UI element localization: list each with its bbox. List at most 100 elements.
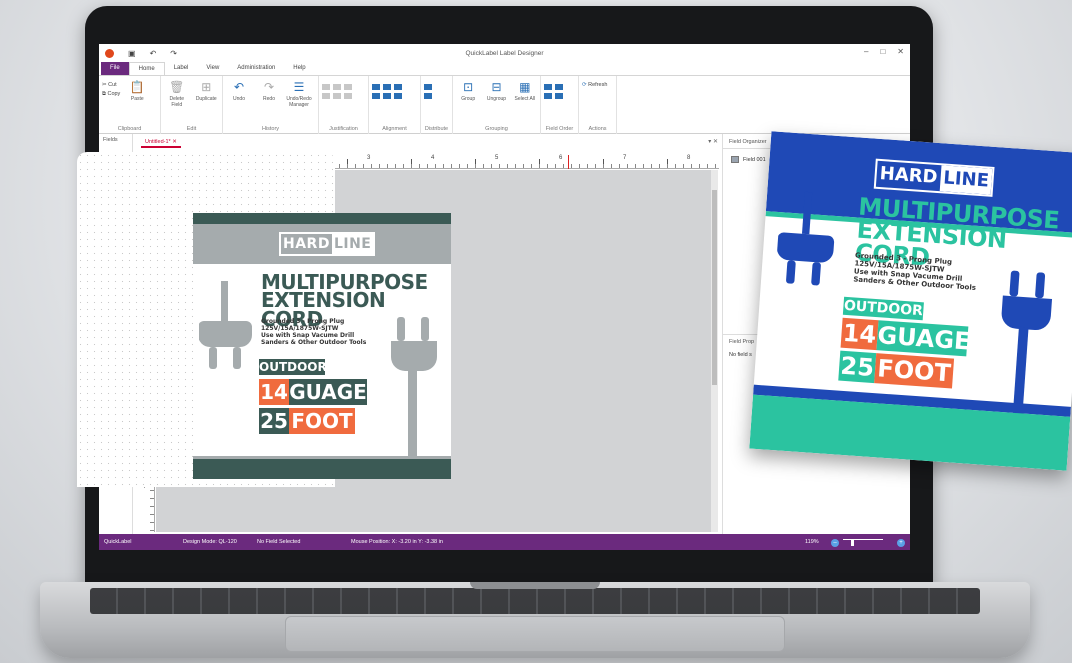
ruler-top-8: 8: [687, 155, 691, 161]
field-order-icons[interactable]: [544, 84, 563, 99]
zoom-slider-knob[interactable]: [851, 539, 854, 546]
undo-arrow-icon: ↶: [233, 80, 245, 94]
justification-icons[interactable]: [322, 84, 352, 99]
ribbon-group-history: ↶ Undo ↷ Redo ☰ Undo/Redo Manager Histor…: [223, 76, 319, 134]
gauge-word: GUAGE: [289, 379, 367, 405]
history-group-label: History: [261, 126, 280, 132]
logo-hard: HARD: [283, 236, 330, 252]
ribbon-group-clipboard: ✂ Cut ⧉ Copy 📋 Paste Clipboard: [99, 76, 161, 134]
ruler-top-7: 7: [623, 155, 627, 161]
minimize-icon[interactable]: –: [864, 47, 868, 56]
tab-view[interactable]: View: [197, 62, 228, 75]
ribbon-group-grouping: ⊡ Group ⊟ Ungroup ▦ Select All Grouping: [453, 76, 541, 134]
undo-button[interactable]: ↶ Undo: [226, 80, 252, 102]
vertical-scrollbar[interactable]: [711, 170, 718, 532]
redo-arrow-icon: ↷: [263, 80, 275, 94]
ruler-top-6: 6: [559, 155, 563, 161]
tab-label[interactable]: Label: [165, 62, 198, 75]
plug-icon-upright: [391, 317, 437, 457]
group-button[interactable]: ⊡ Group: [456, 80, 480, 102]
ribbon-group-alignment: Alignment: [369, 76, 421, 134]
spec-line-4: Sanders & Other Outdoor Tools: [261, 338, 367, 346]
window-title: QuickLabel Label Designer: [465, 49, 544, 57]
tab-administration[interactable]: Administration: [228, 62, 284, 75]
clipboard-group-label: Clipboard: [117, 126, 142, 132]
grouping-group-label: Grouping: [485, 126, 508, 132]
undo-icon[interactable]: ↶: [150, 49, 157, 58]
history-manager-icon: ☰: [293, 80, 305, 94]
field-organizer-title: Field Organizer: [729, 139, 767, 145]
status-selection: No Field Selected: [257, 539, 301, 545]
zoom-in-icon[interactable]: +: [897, 539, 905, 547]
field-organizer-item[interactable]: Field 001: [731, 156, 766, 163]
ruler-position-marker: [568, 155, 569, 169]
duplicate-label: Duplicate: [195, 96, 217, 102]
toolbox-title: Fields: [103, 137, 118, 143]
delete-field-button[interactable]: 🗑 Delete Field: [164, 80, 190, 108]
status-design-mode: Design Mode: QL-120: [183, 539, 237, 545]
redo-icon[interactable]: ↷: [170, 49, 177, 58]
hardline-logo: HARD LINE: [279, 232, 376, 256]
field-item-label: Field 001: [743, 156, 766, 163]
alignment-group-label: Alignment: [382, 126, 407, 132]
alignment-icons[interactable]: [372, 84, 402, 99]
zoom-out-icon[interactable]: –: [831, 539, 839, 547]
undo-redo-manager-button[interactable]: ☰ Undo/Redo Manager: [286, 80, 312, 108]
plug-icon: [199, 281, 252, 369]
cut-label: Cut: [108, 82, 117, 88]
field-properties-title: Field Prop: [729, 339, 755, 345]
refresh-label: Refresh: [588, 82, 608, 88]
maximize-icon[interactable]: □: [880, 47, 885, 56]
tab-file[interactable]: File: [101, 62, 129, 75]
ribbon-group-edit: 🗑 Delete Field ⊞ Duplicate Edit: [161, 76, 223, 134]
tab-help[interactable]: Help: [284, 62, 314, 75]
group-label: Group: [461, 96, 476, 102]
scrollbar-thumb[interactable]: [712, 190, 717, 385]
copy-icon: ⧉: [102, 91, 106, 97]
status-mouse-position: Mouse Position: X: -3.20 in Y: -3.38 in: [351, 539, 443, 545]
card-gauge-number: 14: [840, 317, 879, 351]
printed-label-card: HARD LINE MULTIPURPOSE EXTENSION CORD Gr…: [749, 131, 1072, 471]
delete-field-label: Delete Field: [169, 96, 184, 108]
tab-home[interactable]: Home: [128, 62, 165, 75]
close-icon[interactable]: ✕: [897, 47, 904, 56]
status-bar: QuickLabel Design Mode: QL-120 No Field …: [99, 534, 910, 550]
card-outdoor-badge: OUTDOOR: [842, 296, 924, 321]
no-field-message: No field s: [729, 352, 752, 358]
document-tab-label: Untitled-1*: [145, 139, 171, 145]
select-all-icon: ▦: [519, 80, 531, 94]
save-icon[interactable]: ▣: [128, 49, 136, 58]
laptop-keyboard: [90, 588, 980, 614]
copy-button[interactable]: ⧉ Copy: [102, 91, 120, 98]
close-tab-icon[interactable]: ✕: [172, 139, 177, 145]
duplicate-button[interactable]: ⊞ Duplicate: [194, 80, 220, 102]
status-app-name: QuickLabel: [104, 539, 132, 545]
title-bar: ▣ ↶ ↷ QuickLabel Label Designer – □ ✕: [99, 44, 910, 62]
redo-button[interactable]: ↷ Redo: [256, 80, 282, 102]
undo-redo-manager-label: Undo/Redo Manager: [286, 96, 312, 108]
zoom-slider[interactable]: [843, 539, 883, 540]
refresh-button[interactable]: ⟳ Refresh: [582, 82, 607, 88]
edit-group-label: Edit: [186, 126, 197, 132]
distribute-icons[interactable]: [424, 84, 432, 99]
refresh-icon: ⟳: [582, 82, 587, 88]
close-document-icon[interactable]: ▾ ✕: [708, 138, 718, 145]
label-design-gray[interactable]: HARD LINE MULTIPURPOSE EXTENSION CORD Gr…: [193, 213, 451, 479]
ungroup-button[interactable]: ⊟ Ungroup: [484, 80, 508, 102]
cut-button[interactable]: ✂ Cut: [102, 82, 120, 88]
card-length-number: 25: [838, 350, 877, 384]
document-tab[interactable]: Untitled-1* ✕: [141, 138, 181, 148]
document-tab-bar: Untitled-1* ✕ ▾ ✕: [137, 138, 722, 150]
label-bottom-bar: [193, 456, 451, 479]
group-icon: ⊡: [463, 80, 474, 94]
card-logo-hard: HARD: [879, 162, 939, 188]
card-length-word: FOOT: [874, 353, 955, 389]
ungroup-label: Ungroup: [486, 96, 507, 102]
undo-label: Undo: [233, 96, 245, 102]
laptop-trackpad: [285, 616, 785, 652]
redo-label: Redo: [263, 96, 275, 102]
ruler-top-4: 4: [431, 155, 435, 161]
select-all-button[interactable]: ▦ Select All: [513, 80, 537, 102]
ruler-top-3: 3: [367, 155, 371, 161]
paste-button[interactable]: 📋 Paste: [124, 80, 150, 102]
